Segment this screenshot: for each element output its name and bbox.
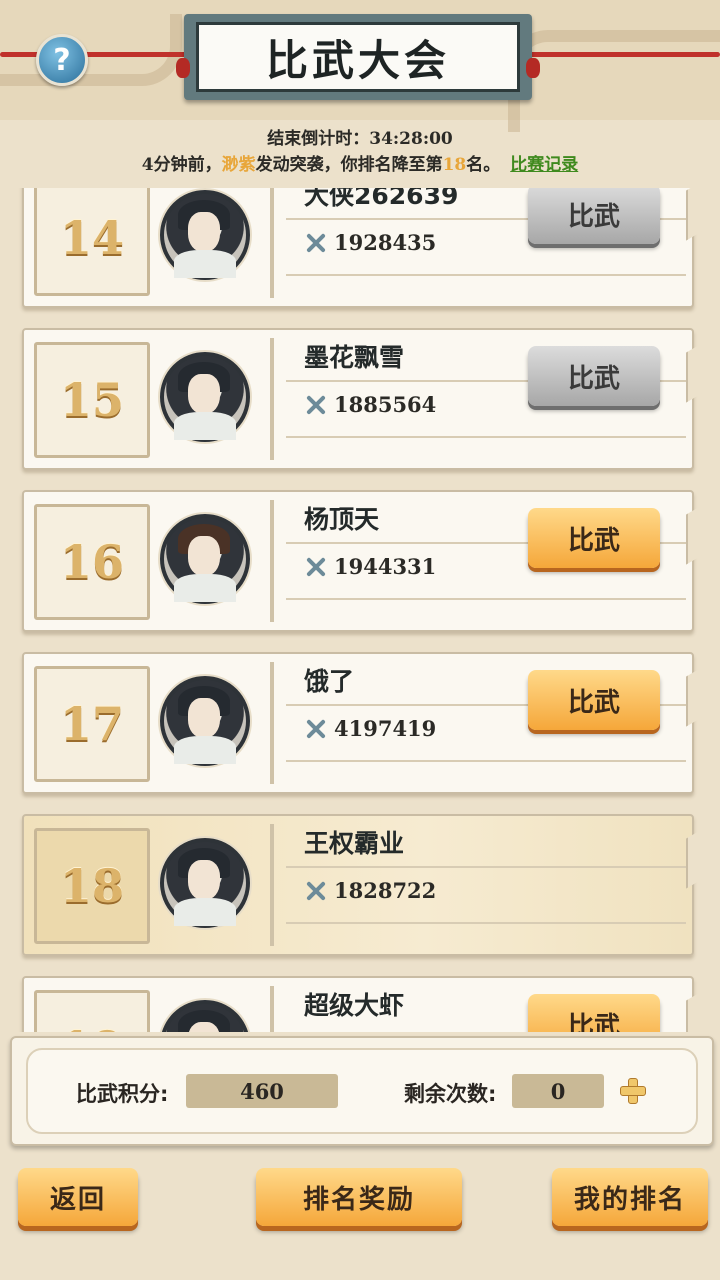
- player-name: 墨花飘雪: [304, 343, 405, 372]
- challenge-button[interactable]: 比武: [528, 670, 660, 730]
- challenge-button[interactable]: 比武: [528, 994, 660, 1032]
- back-button[interactable]: 返回: [18, 1168, 138, 1226]
- my-player-card: 18 王权霸业 1828722: [22, 814, 694, 956]
- crossed-swords-icon: [304, 555, 328, 579]
- challenge-button[interactable]: 比武: [528, 346, 660, 406]
- remaining-label: 剩余次数:: [404, 1082, 497, 1106]
- rope-left: [0, 52, 200, 57]
- power-value: 1828722: [304, 878, 436, 903]
- attacker-name: 渺紫: [221, 155, 256, 175]
- rope-knot-left: [176, 58, 190, 78]
- rank-badge: 19: [34, 990, 150, 1032]
- player-name: 大侠262639: [304, 188, 459, 210]
- rope-knot-right: [526, 58, 540, 78]
- player-card: 16 杨顶天 1944331 比武: [22, 490, 694, 632]
- rank-notice: 4分钟前，渺紫发动突袭，你排名降至第18名。 比赛记录: [141, 155, 579, 175]
- power-value: 4197419: [304, 716, 436, 741]
- rank-badge: 15: [34, 342, 150, 458]
- remaining-value: 0: [512, 1074, 604, 1108]
- player-card: 19 超级大虾 比武: [22, 976, 694, 1032]
- cloud-ornament-right: [508, 30, 720, 132]
- rank-badge: 17: [34, 666, 150, 782]
- page-title: 比武大会: [196, 22, 520, 92]
- current-rank: 18: [442, 155, 467, 175]
- power-value: 1928435: [304, 230, 436, 255]
- player-name: 王权霸业: [304, 829, 405, 858]
- swordsman-avatar[interactable]: [160, 352, 250, 442]
- rank-badge: 18: [34, 828, 150, 944]
- score-panel: 比武积分: 460 剩余次数: 0: [10, 1036, 714, 1146]
- cloud-ornament-left: [0, 14, 182, 86]
- crossed-swords-icon: [304, 717, 328, 741]
- countdown-timer: 结束倒计时：34:28:00: [267, 129, 453, 149]
- my-ranking-button[interactable]: 我的排名: [552, 1168, 708, 1226]
- player-name: 超级大虾: [304, 991, 405, 1020]
- crossed-swords-icon: [304, 879, 328, 903]
- swordsman-avatar[interactable]: [160, 676, 250, 766]
- help-button[interactable]: ?: [36, 34, 88, 86]
- crossed-swords-icon: [304, 231, 328, 255]
- player-card: 17 饿了 4197419 比武: [22, 652, 694, 794]
- question-icon: ?: [53, 42, 71, 78]
- swordsman-avatar[interactable]: [160, 838, 250, 928]
- swordsman-avatar[interactable]: [160, 1000, 250, 1032]
- challenge-button[interactable]: 比武: [528, 508, 660, 568]
- player-card: 15 墨花飘雪 1885564 比武: [22, 328, 694, 470]
- points-label: 比武积分:: [76, 1082, 169, 1106]
- challenge-button[interactable]: 比武: [528, 188, 660, 244]
- player-name: 饿了: [304, 667, 355, 696]
- brown-hair-avatar[interactable]: [160, 514, 250, 604]
- power-value: 1885564: [304, 392, 436, 417]
- rope-right: [520, 52, 720, 57]
- swordsman-avatar[interactable]: [160, 190, 250, 280]
- ranking-list[interactable]: 14 大侠262639 1928435 比武 15 墨花飘雪 1885564 比…: [0, 188, 720, 1032]
- match-record-link[interactable]: 比赛记录: [510, 155, 578, 175]
- points-value: 460: [186, 1074, 338, 1108]
- title-plate: 比武大会: [176, 14, 540, 100]
- rank-badge: 14: [34, 188, 150, 296]
- player-name: 杨顶天: [304, 505, 380, 534]
- rank-badge: 16: [34, 504, 150, 620]
- crossed-swords-icon: [304, 393, 328, 417]
- ranking-rewards-button[interactable]: 排名奖励: [256, 1168, 462, 1226]
- player-card: 14 大侠262639 1928435 比武: [22, 188, 694, 308]
- power-value: 1944331: [304, 554, 436, 579]
- plus-icon[interactable]: [620, 1078, 646, 1104]
